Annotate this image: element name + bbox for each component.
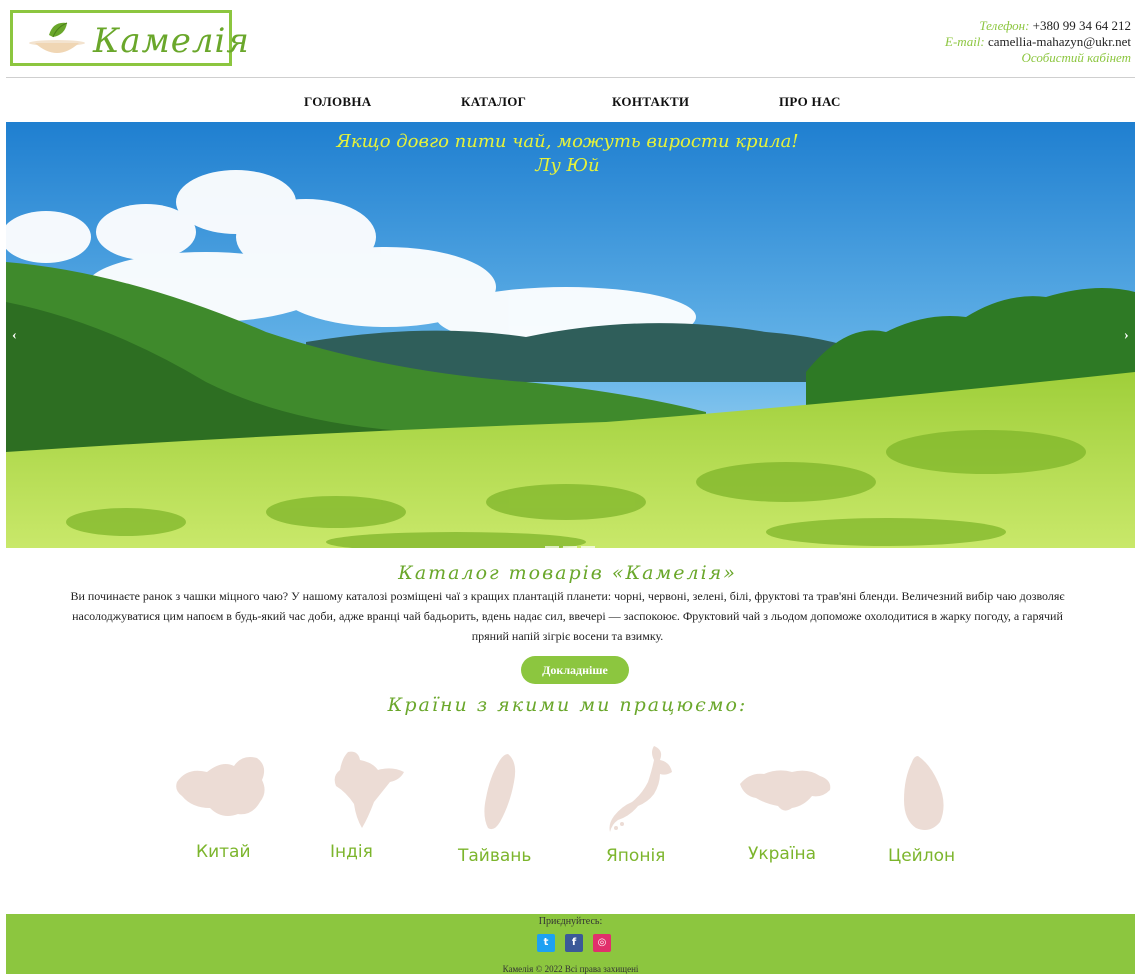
phone-number[interactable]: +380 99 34 64 212 xyxy=(1033,18,1131,33)
email-label: E-mail: xyxy=(945,34,985,49)
catalog-description-line: насолоджуватися цим напоєм в будь-який ч… xyxy=(72,609,1063,623)
slider-dot[interactable] xyxy=(563,546,577,549)
slider-dot[interactable] xyxy=(581,546,595,549)
country-name-ukraine[interactable]: Україна xyxy=(748,844,816,864)
country-name-taiwan[interactable]: Тайвань xyxy=(458,846,531,866)
tea-cup-icon xyxy=(29,22,85,53)
country-japan[interactable] xyxy=(608,744,678,839)
nav-about[interactable]: ПРО НАС xyxy=(779,94,841,110)
country-china[interactable] xyxy=(172,752,272,827)
slider-indicators[interactable] xyxy=(545,536,599,554)
hero-slider xyxy=(6,122,1135,548)
country-name-japan[interactable]: Японія xyxy=(606,846,665,866)
footer: Приєднуйтесь: t f ◎ Камелія © 2022 Всі п… xyxy=(6,914,1135,974)
twitter-icon[interactable]: t xyxy=(537,934,555,952)
facebook-icon[interactable]: f xyxy=(565,934,583,952)
more-button[interactable]: Докладніше xyxy=(521,656,629,684)
logo[interactable]: Камелія xyxy=(10,10,249,66)
country-name-china[interactable]: Китай xyxy=(196,842,251,862)
country-ceylon[interactable] xyxy=(900,754,950,839)
social-links: t f ◎ xyxy=(537,932,617,952)
catalog-description-line: Ви починаєте ранок з чашки міцного чаю? … xyxy=(70,589,1065,603)
catalog-description: Ви починаєте ранок з чашки міцного чаю? … xyxy=(0,586,1135,646)
country-name-india[interactable]: Індія xyxy=(330,842,373,862)
ukraine-map-icon xyxy=(740,770,831,811)
phone-label: Телефон: xyxy=(979,18,1030,33)
copyright: Камелія © 2022 Всі права захищені xyxy=(502,964,639,974)
account-link[interactable]: Особистий кабінет xyxy=(945,50,1131,66)
logo-text: Камелія xyxy=(93,21,250,61)
slider-prev-button[interactable]: ‹ xyxy=(12,328,17,344)
header-divider xyxy=(6,77,1135,78)
slider-dot[interactable] xyxy=(545,546,559,549)
china-map-icon xyxy=(176,757,265,816)
country-name-ceylon[interactable]: Цейлон xyxy=(888,846,955,866)
taiwan-map-icon xyxy=(484,754,516,830)
contacts: Телефон: +380 99 34 64 212 E-mail: camel… xyxy=(945,18,1131,66)
email-row: E-mail: camellia-mahazyn@ukr.net xyxy=(945,34,1131,50)
catalog-description-line: пряний напій зігріє восени та взимку. xyxy=(471,629,664,643)
nav-contacts[interactable]: КОНТАКТИ xyxy=(612,94,689,110)
email-address[interactable]: camellia-mahazyn@ukr.net xyxy=(988,34,1131,49)
tea-plantation-image xyxy=(6,122,1135,548)
countries-title: Країни з якими ми працюємо: xyxy=(387,694,748,716)
japan-map-icon xyxy=(609,746,672,832)
quote-text: Якщо довго пити чай, можуть вирости крил… xyxy=(336,131,799,152)
country-taiwan[interactable] xyxy=(480,752,520,837)
quote-author: Лу Юй xyxy=(535,155,600,176)
phone-row: Телефон: +380 99 34 64 212 xyxy=(945,18,1131,34)
slider-next-button[interactable]: › xyxy=(1124,328,1129,344)
join-label: Приєднуйтесь: xyxy=(538,916,603,927)
nav-home[interactable]: ГОЛОВНА xyxy=(304,94,371,110)
main-nav: ГОЛОВНА КАТАЛОГ КОНТАКТИ ПРО НАС xyxy=(0,94,1135,114)
country-ukraine[interactable] xyxy=(736,764,834,821)
nav-catalog[interactable]: КАТАЛОГ xyxy=(461,94,526,110)
hero-quote: Якщо довго пити чай, можуть вирости крил… xyxy=(0,130,1135,178)
catalog-title: Каталог товарів «Камелія» xyxy=(398,562,737,584)
ceylon-map-icon xyxy=(904,756,944,830)
instagram-icon[interactable]: ◎ xyxy=(593,934,611,952)
india-map-icon xyxy=(334,751,404,828)
country-india[interactable] xyxy=(330,748,410,837)
